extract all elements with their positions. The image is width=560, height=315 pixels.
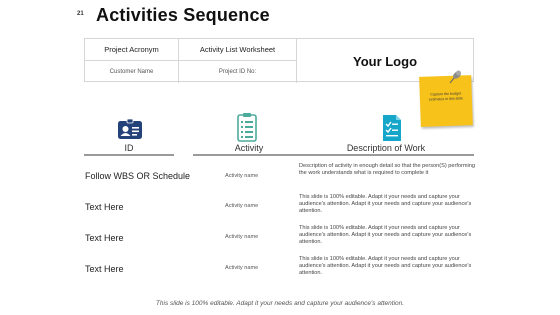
clipboard-icon — [237, 113, 257, 142]
footer-note: This slide is 100% editable. Adapt it yo… — [155, 300, 405, 307]
row-id: Text Here — [85, 202, 124, 212]
row-activity: Activity name — [225, 173, 259, 179]
sticky-note: Capture the budget estimates in this sli… — [419, 75, 473, 127]
project-id-label: Project ID No: — [179, 61, 297, 83]
row-id: Text Here — [85, 264, 124, 274]
page-title: Activities Sequence — [96, 5, 270, 25]
sticky-note-text: Capture the budget estimates in this sli… — [428, 91, 464, 102]
activity-list-worksheet-label: Activity List Worksheet — [179, 39, 297, 61]
column-header-id: ID — [124, 143, 134, 153]
row-description: This slide is 100% editable. Adapt it yo… — [299, 194, 472, 215]
row-id: Follow WBS OR Schedule — [85, 171, 191, 181]
row-description: Description of activity in enough detail… — [299, 163, 475, 177]
column-header-description: Description of Work — [346, 143, 426, 153]
slide-number: 21 — [77, 11, 84, 17]
row-activity: Activity name — [225, 265, 259, 271]
project-info-table: Project Acronym Activity List Worksheet … — [84, 38, 474, 83]
column-header-activity: Activity — [234, 143, 264, 153]
column-divider — [298, 154, 474, 156]
row-description: This slide is 100% editable. Adapt it yo… — [299, 225, 472, 246]
pushpin-icon — [449, 70, 461, 84]
customer-name-label: Customer Name — [85, 61, 179, 83]
row-id: Text Here — [85, 233, 124, 243]
document-icon — [383, 115, 401, 141]
id-card-icon — [118, 118, 142, 139]
row-activity: Activity name — [225, 203, 259, 209]
row-activity: Activity name — [225, 234, 259, 240]
row-description: This slide is 100% editable. Adapt it yo… — [299, 256, 472, 277]
column-divider — [84, 154, 174, 156]
project-acronym-label: Project Acronym — [85, 39, 179, 61]
column-divider — [193, 154, 305, 156]
